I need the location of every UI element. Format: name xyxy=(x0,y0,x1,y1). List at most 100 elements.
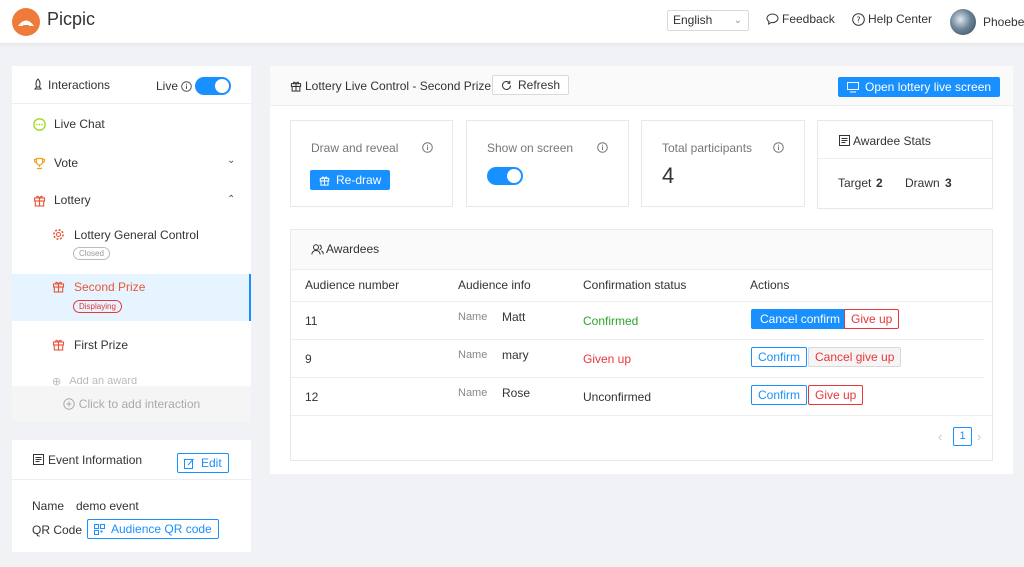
info-icon[interactable] xyxy=(422,142,433,153)
next-page-icon[interactable]: › xyxy=(977,429,981,444)
chevron-down-icon: ⌄ xyxy=(227,155,236,166)
interactions-title: Interactions xyxy=(48,77,111,92)
total-participants-label: Total participants xyxy=(662,141,753,155)
cancel-confirm-label: Cancel confirm xyxy=(760,312,841,326)
cancel-confirm-button[interactable]: Cancel confirm xyxy=(751,309,850,329)
table-row: 11 Name Matt Confirmed Cancel confirm Gi… xyxy=(291,302,984,340)
qr-code-icon xyxy=(94,523,105,535)
total-participants-value: 4 xyxy=(662,163,675,188)
help-center-label: Help Center xyxy=(868,12,933,26)
avatar[interactable] xyxy=(950,9,976,35)
sidebar-item-label: Live Chat xyxy=(54,117,105,131)
confirmation-status: Unconfirmed xyxy=(583,390,652,404)
event-name-value: demo event xyxy=(76,499,139,513)
target-label: Target xyxy=(838,176,872,190)
sidebar-item-lottery[interactable]: Lottery ⌃ xyxy=(12,192,251,208)
cancel-give-up-label: Cancel give up xyxy=(815,350,895,364)
total-participants-card: Total participants 4 xyxy=(641,120,805,207)
confirm-button[interactable]: Confirm xyxy=(751,347,808,367)
interactions-panel: Interactions Live Live Chat Vote ⌄ Lotte… xyxy=(12,66,251,422)
re-draw-button[interactable]: Re-draw xyxy=(310,170,391,190)
awardees-card: Awardees Audience number Audience info C… xyxy=(290,229,993,461)
name-label: Name xyxy=(458,349,488,361)
awardee-stats-title: Awardee Stats xyxy=(853,134,931,148)
document-icon xyxy=(33,454,44,465)
confirmation-status: Given up xyxy=(583,352,632,366)
prev-page-icon[interactable]: ‹ xyxy=(938,429,942,444)
add-award-label: Add an award xyxy=(69,377,138,386)
audience-name: mary xyxy=(502,348,529,362)
language-select[interactable]: English ⌄ xyxy=(667,10,749,31)
page-title: Lottery Live Control - Second Prize xyxy=(305,79,492,93)
refresh-button[interactable]: Refresh xyxy=(492,75,570,95)
users-icon xyxy=(311,244,324,255)
confirmation-status: Confirmed xyxy=(583,314,639,328)
help-center-link[interactable]: ? Help Center xyxy=(852,12,932,26)
gift-icon xyxy=(52,281,65,293)
add-interaction-button[interactable]: Click to add interaction xyxy=(12,386,251,422)
top-bar: Picpic English ⌄ Feedback ? Help Center … xyxy=(0,0,1024,44)
cancel-give-up-button[interactable]: Cancel give up xyxy=(808,347,902,367)
gift-icon xyxy=(319,175,330,186)
drawn-label: Drawn xyxy=(905,176,940,190)
awardee-stats-card: Awardee Stats Target 2 Drawn 3 xyxy=(817,120,993,209)
name-label: Name xyxy=(458,311,488,323)
info-icon[interactable] xyxy=(773,142,784,153)
confirm-button[interactable]: Confirm xyxy=(751,385,808,405)
chevron-up-icon: ⌃ xyxy=(227,194,236,205)
event-info-title: Event Information xyxy=(48,453,143,467)
awardees-header xyxy=(291,230,992,270)
refresh-label: Refresh xyxy=(518,78,561,92)
show-on-screen-toggle[interactable] xyxy=(487,167,523,185)
sidebar-item-label: Lottery General Control xyxy=(74,228,199,242)
sidebar-item-second-prize[interactable]: Second Prize Displaying xyxy=(12,274,251,321)
re-draw-label: Re-draw xyxy=(336,173,382,187)
event-info-panel: Event Information Edit Name demo event Q… xyxy=(12,440,251,552)
confirm-label: Confirm xyxy=(758,350,801,364)
picpic-logo-icon[interactable] xyxy=(12,8,40,36)
sidebar-item-lottery-general-control[interactable]: Lottery General Control Closed xyxy=(12,228,251,264)
give-up-button[interactable]: Give up xyxy=(808,385,864,405)
column-header: Confirmation status xyxy=(583,278,687,292)
sidebar-item-label: First Prize xyxy=(74,338,128,352)
audience-number: 12 xyxy=(305,390,319,404)
info-icon xyxy=(181,80,192,92)
add-interaction-label: Click to add interaction xyxy=(78,397,201,411)
gift-icon xyxy=(33,195,46,207)
question-circle-icon: ? xyxy=(852,12,865,26)
audience-qr-code-button[interactable]: Audience QR code xyxy=(87,519,219,539)
live-control: Live xyxy=(156,77,232,95)
feedback-link[interactable]: Feedback xyxy=(766,12,835,26)
plus-circle-icon: ⊕ xyxy=(52,377,62,386)
status-badge: Closed xyxy=(73,247,110,260)
info-icon[interactable] xyxy=(597,142,608,153)
document-icon xyxy=(839,135,850,146)
event-name-label: Name xyxy=(32,499,65,513)
awardees-title: Awardees xyxy=(326,242,380,256)
qr-code-label: QR Code xyxy=(32,523,83,537)
sidebar-item-live-chat[interactable]: Live Chat xyxy=(12,116,251,132)
give-up-label: Give up xyxy=(815,388,857,402)
column-header: Audience number xyxy=(305,278,400,292)
add-award-link[interactable]: ⊕ Add an award xyxy=(52,377,137,386)
monitor-icon xyxy=(847,81,859,92)
user-name[interactable]: Phoebe xyxy=(983,15,1024,29)
live-toggle[interactable] xyxy=(195,77,232,95)
lottery-control-panel: Lottery Live Control - Second Prize Refr… xyxy=(270,66,1013,474)
audience-number: 9 xyxy=(305,352,312,366)
edit-icon xyxy=(184,458,194,469)
live-label: Live xyxy=(156,79,179,93)
drawn-value: 3 xyxy=(945,176,952,190)
trophy-icon xyxy=(33,157,46,169)
open-lottery-live-screen-button[interactable]: Open lottery live screen xyxy=(838,77,1001,97)
sidebar-item-first-prize[interactable]: First Prize xyxy=(12,338,251,354)
give-up-button[interactable]: Give up xyxy=(844,309,900,329)
edit-button[interactable]: Edit xyxy=(177,453,229,473)
svg-text:?: ? xyxy=(856,15,860,24)
sidebar-item-vote[interactable]: Vote ⌄ xyxy=(12,155,251,171)
audience-name: Matt xyxy=(502,310,526,324)
audience-number: 11 xyxy=(305,314,318,328)
refresh-icon xyxy=(502,80,511,90)
page-number[interactable]: 1 xyxy=(953,427,972,446)
sidebar-item-label: Lottery xyxy=(54,193,91,207)
